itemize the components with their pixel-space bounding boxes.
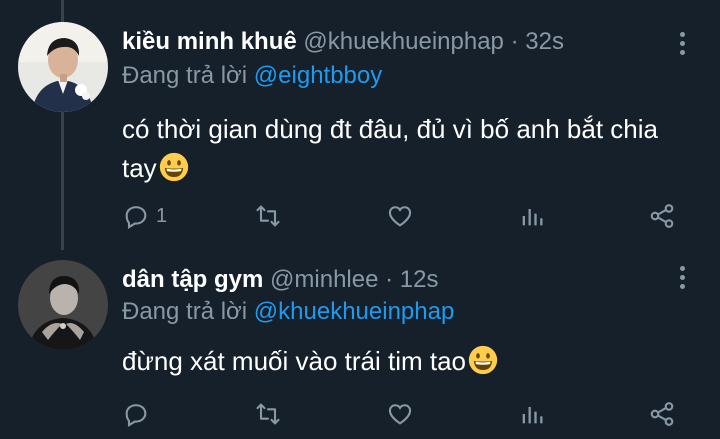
avatar[interactable] (18, 260, 108, 350)
timestamp[interactable]: 12s (400, 266, 439, 293)
action-bar (122, 398, 682, 430)
retweet-icon (256, 403, 280, 425)
reply-prefix: Đang trả lời (122, 62, 248, 89)
like-icon (388, 206, 412, 227)
reply-icon (125, 404, 147, 427)
timestamp[interactable]: 32s (525, 28, 564, 55)
share-icon (650, 402, 674, 426)
avatar[interactable] (18, 22, 108, 112)
more-icon[interactable] (677, 32, 687, 58)
reply-button[interactable] (122, 398, 156, 430)
tweet[interactable]: dân tập gym @minhlee · 12s Đang trả lời … (0, 250, 720, 439)
grinning-face-icon (468, 345, 498, 375)
like-button[interactable] (386, 398, 414, 430)
thread-line (61, 112, 64, 250)
reply-count: 1 (156, 204, 168, 227)
reply-mention-link[interactable]: @khuekhueinphap (254, 298, 455, 325)
reply-icon (125, 206, 147, 229)
more-icon[interactable] (677, 266, 687, 292)
like-icon (388, 404, 412, 425)
share-button[interactable] (648, 200, 676, 232)
tweet-text-content: có thời gian dùng đt đâu, đủ vì bố anh b… (122, 114, 658, 183)
user-handle[interactable]: @khuekhueinphap (303, 28, 504, 55)
reply-button[interactable]: 1 (122, 200, 167, 232)
reply-prefix: Đang trả lời (122, 298, 248, 325)
tweet-text: có thời gian dùng đt đâu, đủ vì bố anh b… (122, 110, 682, 188)
tweet-header: dân tập gym @minhlee · 12s (122, 266, 439, 294)
user-handle[interactable]: @minhlee (270, 266, 378, 293)
tweet-header: kiều minh khuê @khuekhueinphap · 32s (122, 28, 564, 56)
grinning-face-icon (159, 152, 188, 182)
separator: · (385, 266, 394, 293)
reply-context: Đang trả lời @eightbboy (122, 62, 382, 90)
share-icon (650, 204, 674, 228)
stats-icon (522, 209, 543, 226)
tweet-text-content: đừng xát muối vào trái tim tao (122, 346, 467, 376)
separator: · (510, 28, 519, 55)
display-name[interactable]: dân tập gym (122, 266, 263, 293)
reply-context: Đang trả lời @khuekhueinphap (122, 298, 454, 326)
stats-button[interactable] (518, 398, 546, 430)
like-button[interactable] (386, 200, 414, 232)
stats-button[interactable] (518, 200, 546, 232)
tweet[interactable]: kiều minh khuê @khuekhueinphap · 32s Đan… (0, 0, 720, 250)
stats-icon (522, 407, 543, 424)
thread-line (61, 0, 64, 22)
display-name[interactable]: kiều minh khuê (122, 28, 297, 55)
retweet-icon (256, 205, 280, 227)
action-bar: 1 (122, 200, 682, 232)
share-button[interactable] (648, 398, 676, 430)
tweet-text: đừng xát muối vào trái tim tao (122, 342, 682, 381)
retweet-button[interactable] (254, 398, 282, 430)
reply-mention-link[interactable]: @eightbboy (254, 62, 382, 89)
retweet-button[interactable] (254, 200, 282, 232)
